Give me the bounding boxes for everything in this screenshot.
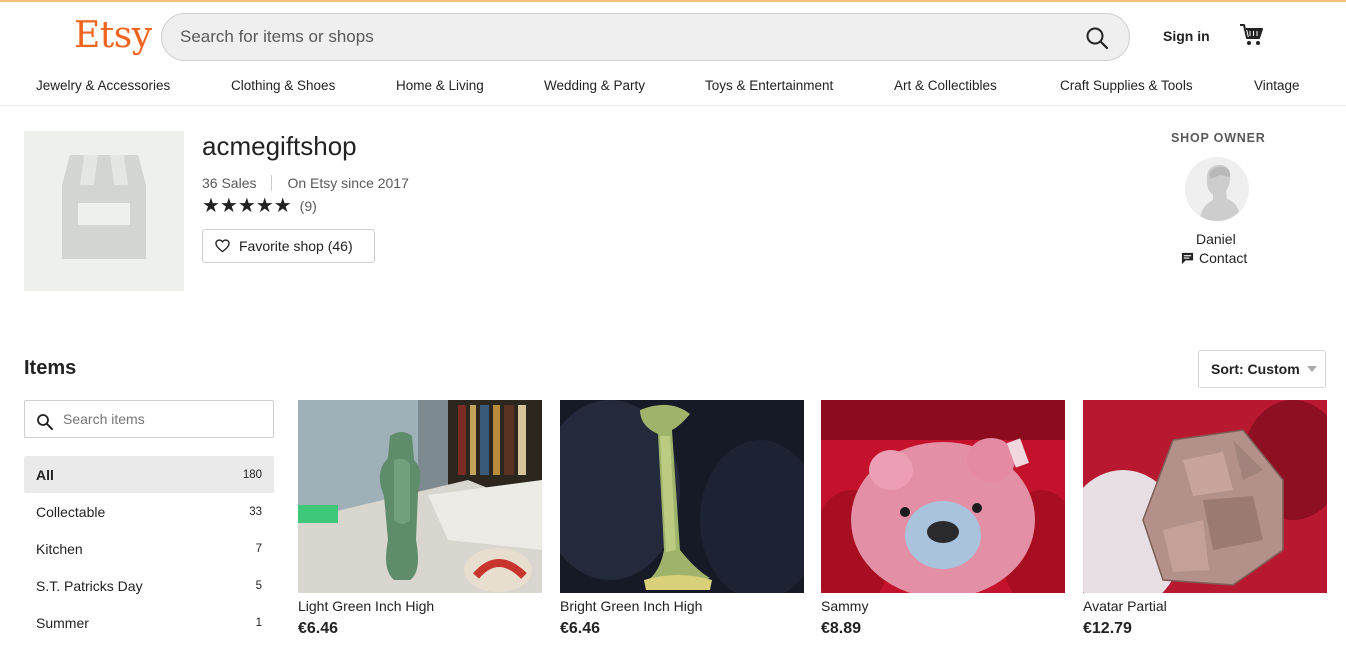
listing-photo[interactable] bbox=[298, 400, 542, 593]
listing-photo[interactable] bbox=[1083, 400, 1327, 593]
heart-icon bbox=[215, 239, 230, 253]
listing-photo[interactable] bbox=[821, 400, 1065, 593]
items-heading: Items bbox=[24, 357, 77, 379]
favorite-shop-label: Favorite shop (46) bbox=[239, 238, 353, 254]
top-accent-line bbox=[0, 0, 1346, 2]
section-label: Kitchen bbox=[36, 540, 83, 557]
section-count: 7 bbox=[255, 542, 262, 555]
listing-card[interactable]: Light Green Inch High €6.46 bbox=[298, 400, 542, 638]
section-item-kitchen[interactable]: Kitchen 7 bbox=[24, 530, 274, 567]
global-search-input[interactable] bbox=[180, 14, 1060, 60]
listing-card[interactable]: Sammy €8.89 bbox=[821, 400, 1065, 638]
sort-dropdown[interactable]: Sort: Custom bbox=[1198, 350, 1326, 388]
shop-item-search-input[interactable] bbox=[63, 401, 268, 437]
contact-owner-link[interactable]: Contact bbox=[1181, 250, 1247, 266]
shop-owner-label: SHOP OWNER bbox=[1171, 131, 1266, 145]
shop-meta: 36 Sales On Etsy since 2017 bbox=[202, 175, 409, 191]
shop-name: acmegiftshop bbox=[202, 131, 357, 161]
section-item-all[interactable]: All 180 bbox=[24, 456, 274, 493]
section-count: 5 bbox=[255, 579, 262, 592]
section-count: 33 bbox=[249, 505, 262, 518]
section-label: All bbox=[36, 466, 54, 483]
listing-price: €6.46 bbox=[298, 620, 339, 637]
global-search-bar bbox=[161, 13, 1130, 61]
listing-title[interactable]: Light Green Inch High bbox=[298, 598, 542, 614]
shop-icon-placeholder bbox=[24, 131, 184, 291]
nav-jewelry-accessories[interactable]: Jewelry & Accessories bbox=[36, 78, 170, 93]
nav-art-collectibles[interactable]: Art & Collectibles bbox=[894, 78, 997, 93]
nav-divider bbox=[0, 105, 1346, 107]
storefront-icon bbox=[62, 155, 146, 259]
shop-rating[interactable]: ★★★★★ (9) bbox=[202, 196, 317, 216]
etsy-logo[interactable]: Etsy bbox=[74, 14, 152, 58]
listing-image bbox=[560, 400, 804, 593]
section-item-collectable[interactable]: Collectable 33 bbox=[24, 493, 274, 530]
shop-item-search bbox=[24, 400, 274, 438]
listing-title[interactable]: Sammy bbox=[821, 598, 1065, 614]
owner-avatar[interactable] bbox=[1185, 157, 1249, 221]
listing-image bbox=[821, 400, 1065, 593]
category-nav: Jewelry & Accessories Clothing & Shoes H… bbox=[0, 76, 1346, 106]
listing-title[interactable]: Avatar Partial bbox=[1083, 598, 1327, 614]
section-label: Summer bbox=[36, 614, 89, 631]
nav-home-living[interactable]: Home & Living bbox=[396, 78, 484, 93]
listing-photo[interactable] bbox=[560, 400, 804, 593]
section-label: S.T. Patricks Day bbox=[36, 577, 143, 594]
search-icon[interactable] bbox=[1085, 26, 1109, 50]
listing-price: €6.46 bbox=[560, 620, 601, 637]
listing-image bbox=[298, 400, 542, 593]
nav-craft-supplies-tools[interactable]: Craft Supplies & Tools bbox=[1060, 78, 1193, 93]
section-list: All 180 Collectable 33 Kitchen 7 S.T. Pa… bbox=[24, 456, 274, 641]
contact-label: Contact bbox=[1199, 250, 1248, 266]
section-item-summer[interactable]: Summer 1 bbox=[24, 604, 274, 641]
nav-toys-entertainment[interactable]: Toys & Entertainment bbox=[705, 78, 833, 93]
listing-title[interactable]: Bright Green Inch High bbox=[560, 598, 804, 614]
sign-in-link[interactable]: Sign in bbox=[1163, 28, 1210, 44]
listing-price: €8.89 bbox=[821, 620, 862, 637]
caret-down-icon bbox=[1306, 366, 1317, 372]
cart-icon[interactable] bbox=[1238, 22, 1264, 48]
section-count: 180 bbox=[242, 468, 262, 481]
review-count: (9) bbox=[299, 198, 317, 214]
nav-vintage[interactable]: Vintage bbox=[1254, 78, 1300, 93]
listing-card[interactable]: Avatar Partial €12.79 bbox=[1083, 400, 1327, 638]
meta-divider bbox=[271, 175, 273, 191]
favorite-shop-button[interactable]: Favorite shop (46) bbox=[202, 229, 375, 263]
section-label: Collectable bbox=[36, 503, 106, 520]
section-count: 1 bbox=[255, 616, 262, 629]
message-icon bbox=[1181, 252, 1194, 264]
nav-wedding-party[interactable]: Wedding & Party bbox=[544, 78, 645, 93]
search-icon[interactable] bbox=[36, 413, 54, 431]
section-item-st-patricks-day[interactable]: S.T. Patricks Day 5 bbox=[24, 567, 274, 604]
nav-clothing-shoes[interactable]: Clothing & Shoes bbox=[231, 78, 335, 93]
shop-sales[interactable]: 36 Sales bbox=[202, 175, 256, 191]
listing-image bbox=[1083, 400, 1327, 593]
person-silhouette-icon bbox=[1185, 157, 1249, 221]
star-rating-icons: ★★★★★ bbox=[202, 195, 292, 217]
shop-since: On Etsy since 2017 bbox=[287, 175, 409, 191]
sort-label: Sort: Custom bbox=[1211, 361, 1300, 377]
owner-name[interactable]: Daniel bbox=[1196, 231, 1236, 247]
listing-price: €12.79 bbox=[1083, 620, 1132, 637]
listing-card[interactable]: Bright Green Inch High €6.46 bbox=[560, 400, 804, 638]
